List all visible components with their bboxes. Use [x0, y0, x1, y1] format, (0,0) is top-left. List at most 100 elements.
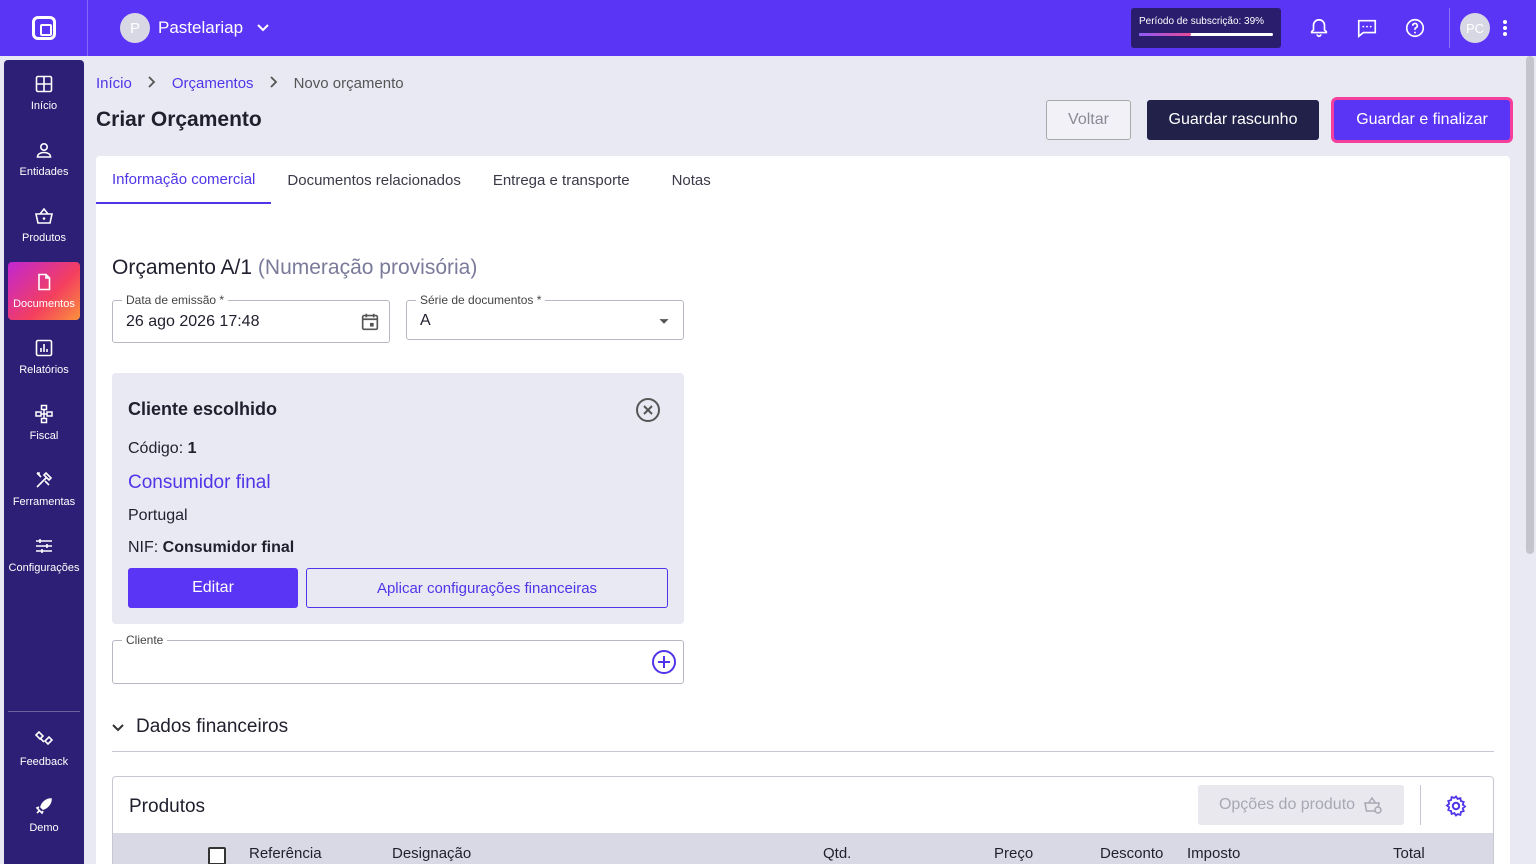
chevron-right-icon [269, 76, 278, 91]
chosen-client-title: Cliente escolhido [128, 399, 278, 419]
tab-notas[interactable]: Notas [646, 156, 727, 204]
products-title: Produtos [129, 796, 206, 817]
client-nif: NIF: Consumidor final [128, 539, 294, 557]
close-icon[interactable] [634, 396, 662, 424]
sidebar-item-label: Configurações [8, 562, 80, 574]
page-title: Criar Orçamento [96, 108, 262, 131]
client-name-link[interactable]: Consumidor final [128, 472, 271, 494]
financial-data-toggle[interactable]: Dados financeiros [112, 716, 288, 738]
help-button[interactable] [1391, 4, 1439, 52]
grid-icon [35, 75, 53, 93]
sidebar-item-label: Ferramentas [12, 496, 76, 508]
sidebar-item-label: Início [30, 100, 58, 112]
main-card: Informação comercial Documentos relacion… [96, 156, 1510, 864]
document-series-select[interactable]: Série de documentos * A [406, 293, 684, 340]
sidebar-item-label: Demo [29, 822, 59, 834]
sidebar-item-relatorios[interactable]: Relatórios [8, 328, 80, 386]
product-options-button[interactable]: Opções do produto [1198, 785, 1404, 825]
page-scrollbar[interactable] [1526, 56, 1534, 554]
add-circle-icon[interactable] [651, 649, 677, 675]
company-name: Pastelariap [158, 18, 244, 37]
feedback-icon [34, 730, 54, 746]
topbar-divider [1449, 8, 1450, 48]
section-divider [112, 751, 1494, 752]
sidebar-item-ferramentas[interactable]: Ferramentas [8, 460, 80, 518]
document-series-label: Série de documentos * [416, 293, 546, 307]
sidebar-item-fiscal[interactable]: Fiscal [8, 394, 80, 452]
dropdown-arrow-icon [659, 319, 669, 324]
client-nif-value: Consumidor final [162, 539, 295, 556]
tab-informacao-comercial[interactable]: Informação comercial [96, 156, 272, 204]
document-number: Orçamento A/1 [112, 256, 253, 279]
issue-date-field[interactable]: Data de emissão * 26 ago 2026 17:48 [112, 293, 390, 343]
column-header-price[interactable]: Preço [994, 845, 1033, 862]
sidebar: Início Entidades Produtos Documentos Rel… [4, 60, 84, 864]
sidebar-item-documentos[interactable]: Documentos [8, 262, 80, 320]
back-button[interactable]: Voltar [1046, 100, 1131, 140]
client-code-value: 1 [187, 440, 197, 457]
subscription-indicator[interactable]: Período de subscrição: 39% [1131, 8, 1281, 48]
products-toolbar-divider [1420, 785, 1421, 825]
column-header-quantity[interactable]: Qtd. [823, 845, 851, 862]
sidebar-item-configuracoes[interactable]: Configurações [8, 526, 80, 584]
client-field-label: Cliente [122, 633, 168, 647]
sidebar-item-entidades[interactable]: Entidades [8, 130, 80, 188]
save-draft-button[interactable]: Guardar rascunho [1147, 100, 1319, 140]
sidebar-item-feedback[interactable]: Feedback [8, 720, 80, 778]
product-options-label: Opções do produto [1218, 796, 1356, 813]
tab-entrega-transporte[interactable]: Entrega e transporte [477, 156, 646, 204]
column-header-reference[interactable]: Referência [249, 845, 322, 862]
client-code: Código: 1 [128, 440, 197, 458]
person-icon [36, 142, 52, 158]
company-selector[interactable]: P Pastelariap [120, 13, 269, 43]
save-finalize-button[interactable]: Guardar e finalizar [1334, 100, 1510, 140]
breadcrumb-section[interactable]: Orçamentos [172, 75, 254, 92]
help-icon [1405, 18, 1425, 38]
chosen-client-panel: Cliente escolhido Código: 1 Consumidor f… [112, 373, 684, 624]
more-menu-button[interactable] [1490, 19, 1520, 37]
user-avatar[interactable]: PC [1460, 13, 1490, 43]
client-code-label: Código: [128, 440, 188, 457]
issue-date-label: Data de emissão * [122, 293, 229, 307]
client-search-field[interactable]: Cliente [112, 633, 684, 684]
sidebar-item-label: Produtos [21, 232, 67, 244]
column-header-designation[interactable]: Designação [392, 845, 471, 862]
top-bar: P Pastelariap Período de subscrição: 39%… [0, 0, 1536, 56]
sliders-icon [36, 539, 52, 553]
tools-icon [36, 471, 53, 488]
basket-settings-icon [1364, 796, 1382, 814]
apply-financial-settings-button[interactable]: Aplicar configurações financeiras [306, 568, 668, 608]
tab-documentos-relacionados[interactable]: Documentos relacionados [271, 156, 476, 204]
calendar-icon[interactable] [359, 311, 381, 333]
breadcrumb-current: Novo orçamento [293, 75, 404, 92]
sidebar-divider [8, 711, 80, 712]
products-panel: Produtos Opções do produto Referência De… [112, 776, 1494, 864]
chat-icon [1357, 19, 1377, 38]
chevron-down-icon [112, 720, 124, 735]
sidebar-item-label: Entidades [19, 166, 69, 178]
sidebar-item-demo[interactable]: Demo [8, 786, 80, 844]
breadcrumb-home[interactable]: Início [96, 75, 132, 92]
sidebar-item-label: Feedback [19, 756, 69, 768]
gear-icon[interactable] [1444, 794, 1468, 818]
column-header-tax[interactable]: Imposto [1187, 845, 1240, 862]
document-series-value: A [420, 312, 431, 329]
client-country: Portugal [128, 507, 188, 524]
sidebar-item-produtos[interactable]: Produtos [8, 196, 80, 254]
column-header-discount[interactable]: Desconto [1100, 845, 1163, 862]
tree-icon [35, 404, 53, 424]
edit-client-button[interactable]: Editar [128, 568, 298, 608]
bell-icon [1310, 18, 1328, 38]
sidebar-item-label: Documentos [13, 298, 75, 310]
rocket-icon [35, 798, 52, 815]
sidebar-item-label: Fiscal [29, 430, 59, 442]
select-all-checkbox[interactable] [208, 847, 226, 864]
sidebar-item-inicio[interactable]: Início [8, 64, 80, 122]
financial-data-label: Dados financeiros [136, 716, 289, 737]
notifications-button[interactable] [1295, 4, 1343, 52]
logo-icon [31, 16, 56, 40]
subscription-progress-bar [1139, 33, 1273, 36]
messages-button[interactable] [1343, 4, 1391, 52]
app-logo[interactable] [0, 0, 88, 56]
column-header-total[interactable]: Total [1393, 845, 1425, 862]
